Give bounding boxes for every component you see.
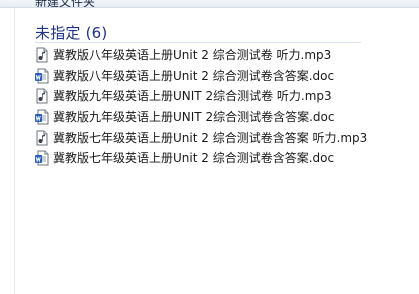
file-name: 冀教版七年级英语上册Unit 2 综合测试卷含答案.doc <box>53 151 335 166</box>
file-name: 冀教版九年级英语上册UNIT 2综合测试卷含答案.doc <box>53 110 335 125</box>
file-item[interactable]: 冀教版八年级英语上册Unit 2 综合测试卷含答案.doc <box>34 66 367 87</box>
file-name: 冀教版八年级英语上册Unit 2 综合测试卷含答案.doc <box>53 68 335 83</box>
file-name: 冀教版八年级英语上册Unit 2 综合测试卷 听力.mp3 <box>53 48 332 63</box>
word-document-icon <box>34 68 50 84</box>
group-divider <box>35 42 361 43</box>
navigation-pane-border <box>14 7 15 294</box>
file-item[interactable]: 冀教版七年级英语上册Unit 2 综合测试卷含答案.doc <box>34 148 367 169</box>
audio-file-icon <box>34 130 50 146</box>
group-label: 未指定 (6) <box>35 23 108 42</box>
file-item[interactable]: 冀教版八年级英语上册Unit 2 综合测试卷 听力.mp3 <box>34 45 367 66</box>
file-name: 冀教版九年级英语上册UNIT 2综合测试卷 听力.mp3 <box>53 89 332 104</box>
file-item[interactable]: 冀教版九年级英语上册UNIT 2综合测试卷含答案.doc <box>34 107 367 128</box>
toolbar: 新建文件夹 <box>0 0 419 8</box>
word-document-icon <box>34 109 50 125</box>
new-folder-button[interactable]: 新建文件夹 <box>35 0 95 7</box>
file-item[interactable]: 冀教版九年级英语上册UNIT 2综合测试卷 听力.mp3 <box>34 86 367 107</box>
group-header[interactable]: 未指定 (6) <box>35 22 107 42</box>
file-item[interactable]: 冀教版七年级英语上册Unit 2 综合测试卷含答案 听力.mp3 <box>34 127 367 148</box>
file-list: 冀教版八年级英语上册Unit 2 综合测试卷 听力.mp3 冀教版八年级英语上册… <box>34 45 367 169</box>
audio-file-icon <box>34 88 50 104</box>
word-document-icon <box>34 150 50 166</box>
file-name: 冀教版七年级英语上册Unit 2 综合测试卷含答案 听力.mp3 <box>53 130 368 145</box>
audio-file-icon <box>34 47 50 63</box>
